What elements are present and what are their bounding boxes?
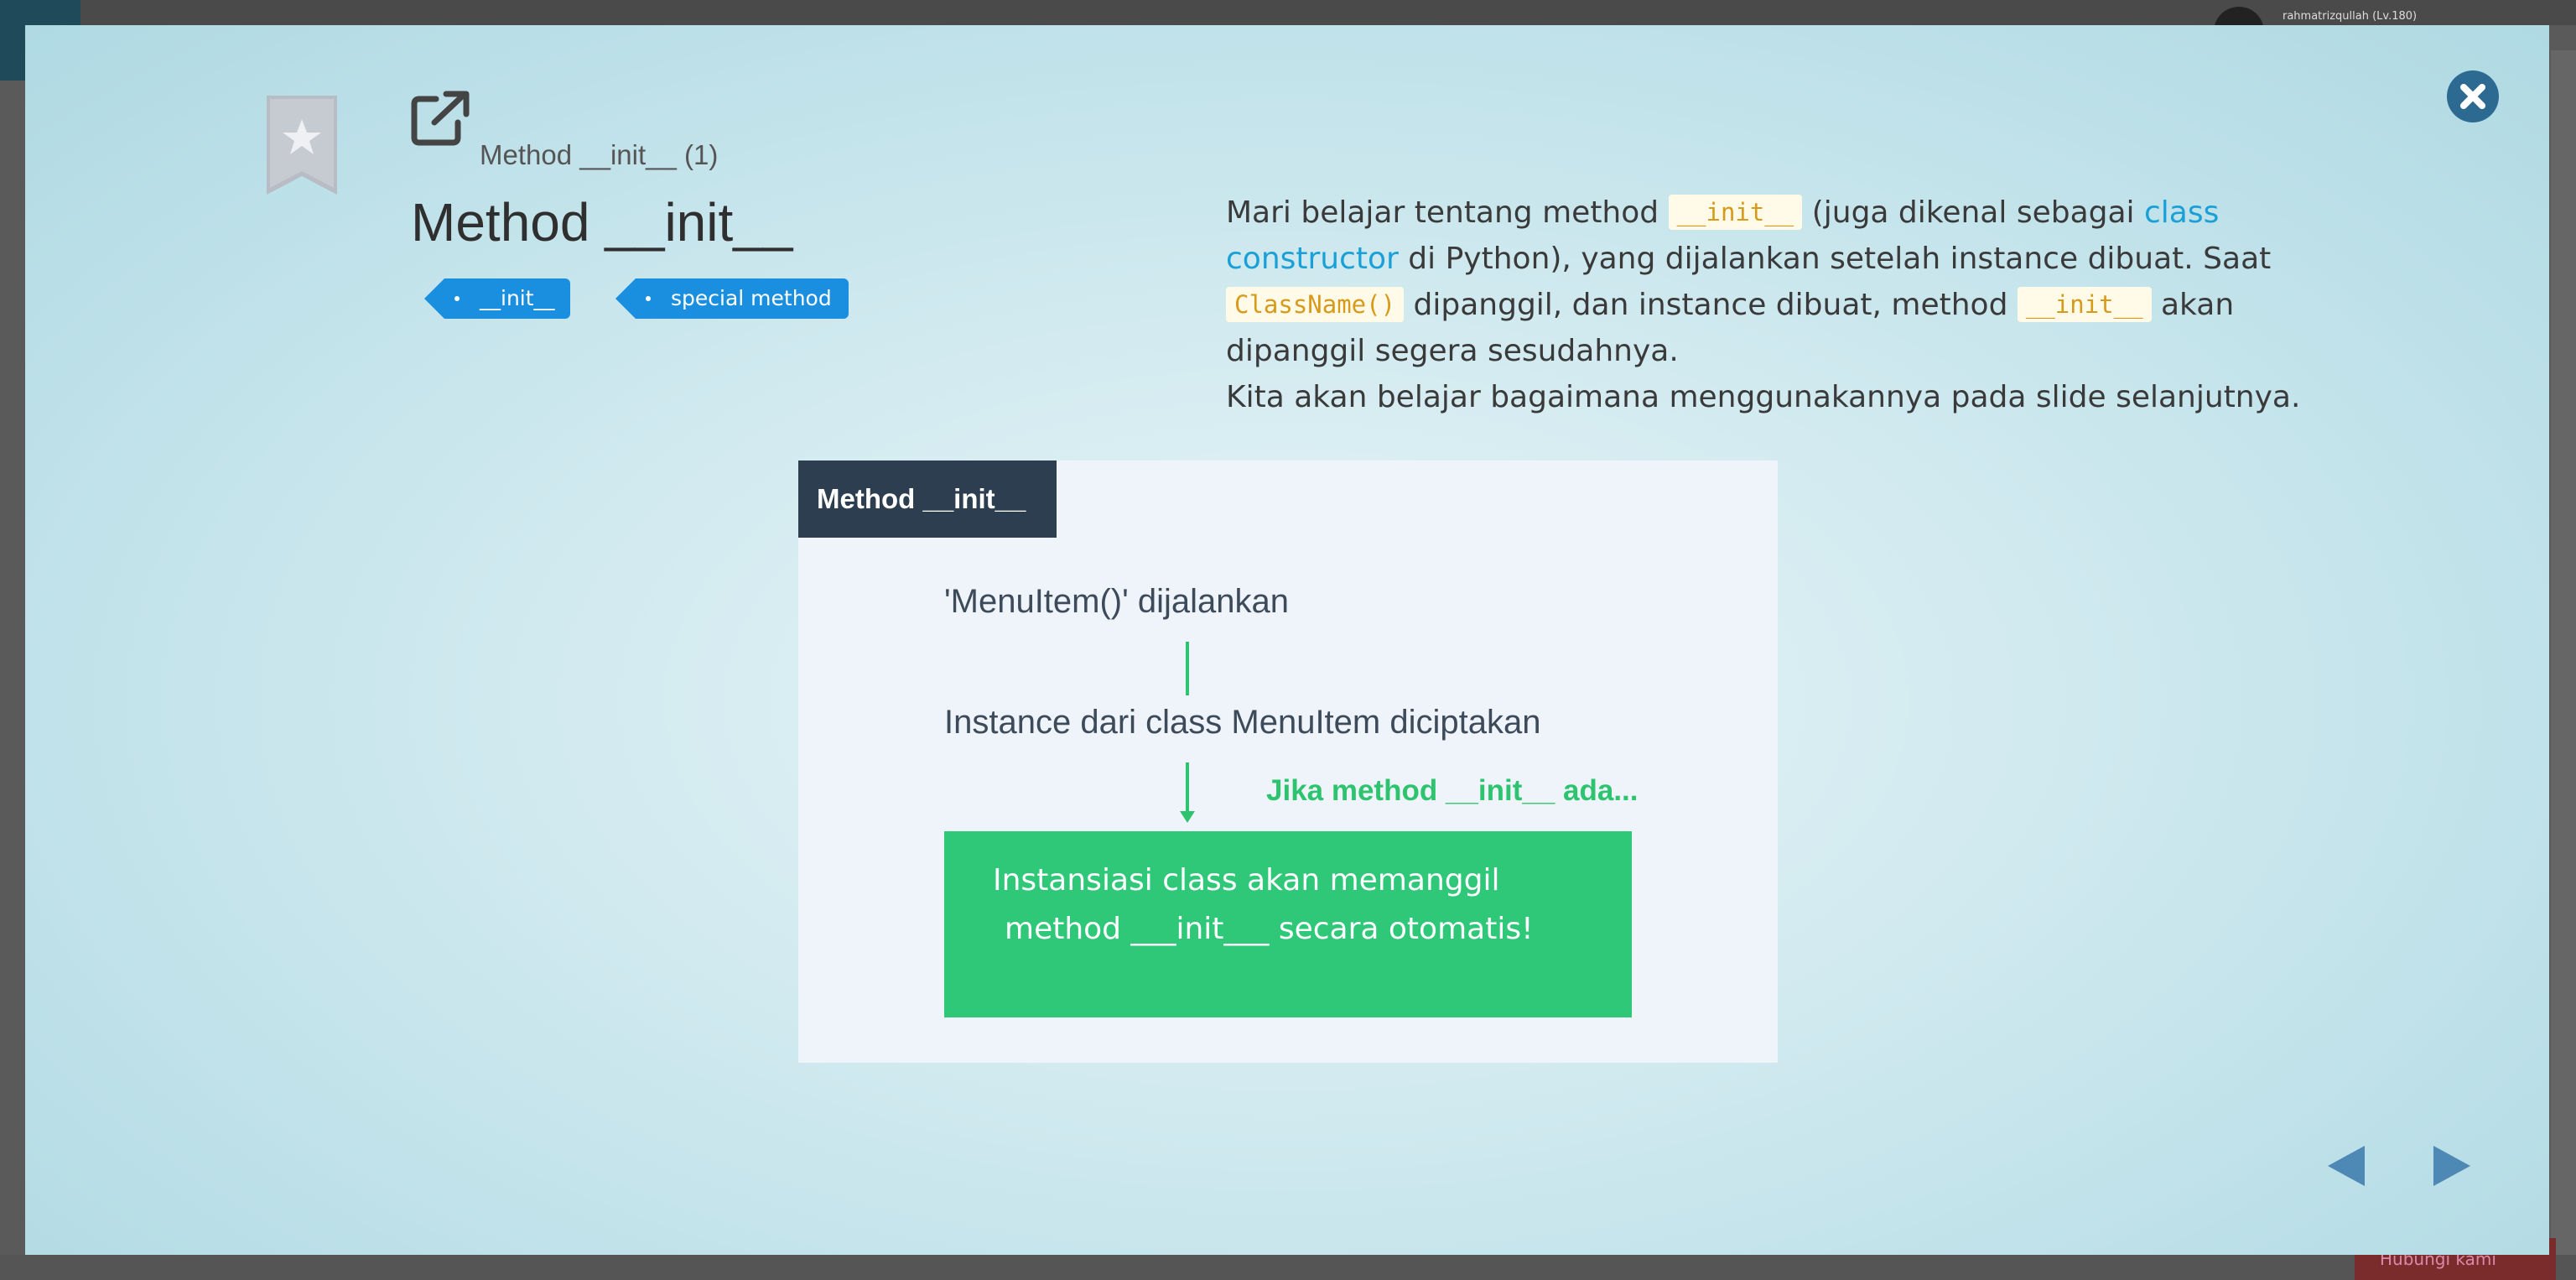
arrow-down-icon [1180, 811, 1195, 823]
diagram-result-line: Instansiasi class akan memanggil [993, 863, 1500, 898]
inline-code: __init__ [2017, 287, 2152, 322]
lesson-breadcrumb: Method __init__ (1) [480, 139, 719, 170]
tag-dot-icon [454, 296, 460, 301]
page-scrollbar [2551, 50, 2576, 1255]
tag-label: special method [671, 286, 832, 310]
diagram-result-box: Instansiasi class akan memanggil method … [944, 831, 1632, 1017]
diagram-condition: Jika method __init__ ada... [1266, 774, 1639, 807]
bookmark-star-icon[interactable] [267, 96, 337, 195]
page-title: Method __init__ [411, 192, 793, 252]
username-label: rahmatrizqullah (Lv.180) [2283, 10, 2418, 23]
init-diagram: Method __init__ 'MenuItem()' dijalankan … [798, 460, 1778, 1063]
description-text: Kita akan belajar bagaimana menggunakann… [1226, 380, 2301, 414]
close-button[interactable] [2447, 70, 2499, 122]
external-link-icon[interactable] [411, 91, 471, 146]
diagram-header: Method __init__ [798, 460, 1057, 538]
diagram-connector [1186, 762, 1189, 814]
description-text: dipanggil, dan instance dibuat, method [1404, 288, 2018, 322]
description-text: (juga dikenal sebagai [1802, 195, 2144, 230]
lesson-description: Mari belajar tentang method __init__ (ju… [1226, 190, 2316, 420]
prev-arrow-icon[interactable] [2328, 1146, 2365, 1186]
lesson-modal: Method __init__ (1) Method __init__ __in… [25, 25, 2549, 1255]
description-text: Mari belajar tentang method [1226, 195, 1669, 230]
background-bottom-bar [0, 1255, 2576, 1280]
description-text: di Python), yang dijalankan setelah inst… [1398, 242, 2272, 276]
close-icon [2460, 84, 2485, 109]
tag-init[interactable]: __init__ [424, 278, 570, 319]
tag-label: __init__ [480, 286, 555, 310]
inline-code: __init__ [1668, 195, 1803, 230]
next-arrow-icon[interactable] [2433, 1146, 2470, 1186]
diagram-connector [1186, 642, 1189, 695]
inline-code: ClassName() [1226, 287, 1405, 322]
tag-special-method[interactable]: special method [615, 278, 849, 319]
background-topbar [0, 0, 2576, 25]
diagram-result-line: method ___init___ secara otomatis! [1005, 912, 1534, 946]
tag-dot-icon [646, 296, 651, 301]
diagram-step-instance: Instance dari class MenuItem diciptakan [944, 704, 1541, 741]
diagram-step-call: 'MenuItem()' dijalankan [944, 583, 1290, 620]
